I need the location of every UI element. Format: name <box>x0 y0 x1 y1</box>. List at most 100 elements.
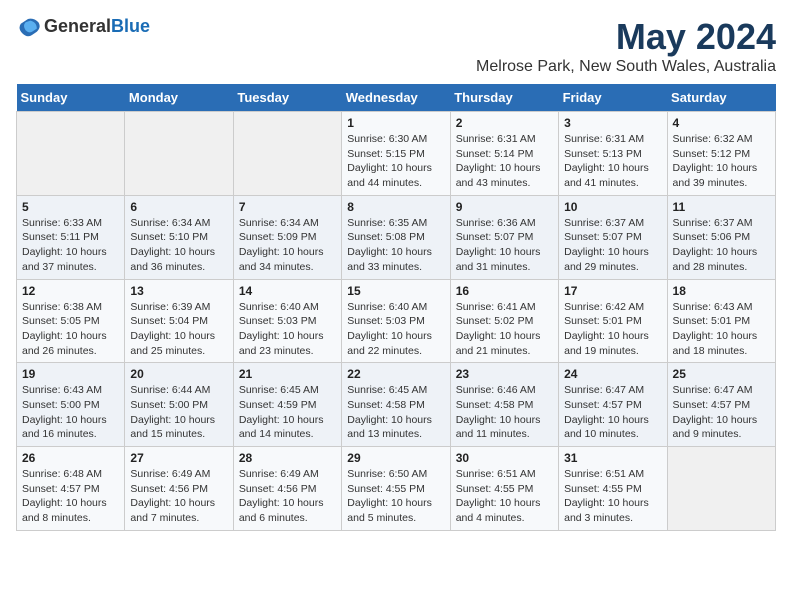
day-detail: Sunrise: 6:47 AMSunset: 4:57 PMDaylight:… <box>564 383 661 442</box>
calendar-week-row: 19 Sunrise: 6:43 AMSunset: 5:00 PMDayligh… <box>17 363 776 447</box>
day-detail: Sunrise: 6:39 AMSunset: 5:04 PMDaylight:… <box>130 300 227 359</box>
day-detail: Sunrise: 6:49 AMSunset: 4:56 PMDaylight:… <box>239 467 336 526</box>
day-detail: Sunrise: 6:31 AMSunset: 5:14 PMDaylight:… <box>456 132 553 191</box>
calendar-cell: 28 Sunrise: 6:49 AMSunset: 4:56 PMDayligh… <box>233 447 341 531</box>
calendar-cell: 4 Sunrise: 6:32 AMSunset: 5:12 PMDaylight… <box>667 112 775 196</box>
day-detail: Sunrise: 6:45 AMSunset: 4:59 PMDaylight:… <box>239 383 336 442</box>
day-detail: Sunrise: 6:40 AMSunset: 5:03 PMDaylight:… <box>239 300 336 359</box>
title-area: May 2024 Melrose Park, New South Wales, … <box>476 16 776 76</box>
day-number: 8 <box>347 200 444 214</box>
day-detail: Sunrise: 6:41 AMSunset: 5:02 PMDaylight:… <box>456 300 553 359</box>
day-number: 17 <box>564 284 661 298</box>
calendar-cell: 23 Sunrise: 6:46 AMSunset: 4:58 PMDayligh… <box>450 363 558 447</box>
calendar-cell: 19 Sunrise: 6:43 AMSunset: 5:00 PMDayligh… <box>17 363 125 447</box>
day-number: 1 <box>347 116 444 130</box>
day-detail: Sunrise: 6:30 AMSunset: 5:15 PMDaylight:… <box>347 132 444 191</box>
day-detail: Sunrise: 6:34 AMSunset: 5:09 PMDaylight:… <box>239 216 336 275</box>
calendar-cell: 30Sunrise: 6:51 AMSunset: 4:55 PMDayligh… <box>450 447 558 531</box>
calendar-cell: 11 Sunrise: 6:37 AMSunset: 5:06 PMDayligh… <box>667 195 775 279</box>
calendar-cell: 3 Sunrise: 6:31 AMSunset: 5:13 PMDaylight… <box>559 112 667 196</box>
day-number: 26 <box>22 451 119 465</box>
day-number: 7 <box>239 200 336 214</box>
day-header-tuesday: Tuesday <box>233 84 341 112</box>
calendar-cell: 9Sunrise: 6:36 AMSunset: 5:07 PMDaylight… <box>450 195 558 279</box>
day-detail: Sunrise: 6:37 AMSunset: 5:06 PMDaylight:… <box>673 216 770 275</box>
day-number: 28 <box>239 451 336 465</box>
day-detail: Sunrise: 6:46 AMSunset: 4:58 PMDaylight:… <box>456 383 553 442</box>
calendar-cell: 5Sunrise: 6:33 AMSunset: 5:11 PMDaylight… <box>17 195 125 279</box>
calendar-cell: 24 Sunrise: 6:47 AMSunset: 4:57 PMDayligh… <box>559 363 667 447</box>
calendar-cell: 15 Sunrise: 6:40 AMSunset: 5:03 PMDayligh… <box>342 279 450 363</box>
day-number: 25 <box>673 367 770 381</box>
calendar-week-row: 1 Sunrise: 6:30 AMSunset: 5:15 PMDaylight… <box>17 112 776 196</box>
logo-blue: Blue <box>111 16 150 36</box>
day-number: 23 <box>456 367 553 381</box>
subtitle: Melrose Park, New South Wales, Australia <box>476 58 776 76</box>
day-number: 6 <box>130 200 227 214</box>
day-number: 19 <box>22 367 119 381</box>
day-detail: Sunrise: 6:31 AMSunset: 5:13 PMDaylight:… <box>564 132 661 191</box>
day-header-monday: Monday <box>125 84 233 112</box>
logo: GeneralBlue <box>16 16 150 37</box>
calendar-cell: 2 Sunrise: 6:31 AMSunset: 5:14 PMDaylight… <box>450 112 558 196</box>
day-number: 3 <box>564 116 661 130</box>
calendar-week-row: 26 Sunrise: 6:48 AMSunset: 4:57 PMDayligh… <box>17 447 776 531</box>
day-detail: Sunrise: 6:35 AMSunset: 5:08 PMDaylight:… <box>347 216 444 275</box>
calendar-cell: 6 Sunrise: 6:34 AMSunset: 5:10 PMDaylight… <box>125 195 233 279</box>
day-detail: Sunrise: 6:47 AMSunset: 4:57 PMDaylight:… <box>673 383 770 442</box>
day-number: 29 <box>347 451 444 465</box>
day-number: 15 <box>347 284 444 298</box>
calendar-cell: 27Sunrise: 6:49 AMSunset: 4:56 PMDayligh… <box>125 447 233 531</box>
day-detail: Sunrise: 6:51 AMSunset: 4:55 PMDaylight:… <box>564 467 661 526</box>
day-detail: Sunrise: 6:51 AMSunset: 4:55 PMDaylight:… <box>456 467 553 526</box>
calendar-table: SundayMondayTuesdayWednesdayThursdayFrid… <box>16 84 776 531</box>
day-number: 24 <box>564 367 661 381</box>
day-number: 31 <box>564 451 661 465</box>
calendar-header-row: SundayMondayTuesdayWednesdayThursdayFrid… <box>17 84 776 112</box>
day-number: 12 <box>22 284 119 298</box>
header: GeneralBlue May 2024 Melrose Park, New S… <box>16 16 776 76</box>
day-detail: Sunrise: 6:32 AMSunset: 5:12 PMDaylight:… <box>673 132 770 191</box>
calendar-week-row: 5Sunrise: 6:33 AMSunset: 5:11 PMDaylight… <box>17 195 776 279</box>
day-number: 22 <box>347 367 444 381</box>
day-detail: Sunrise: 6:34 AMSunset: 5:10 PMDaylight:… <box>130 216 227 275</box>
day-header-saturday: Saturday <box>667 84 775 112</box>
calendar-cell: 12 Sunrise: 6:38 AMSunset: 5:05 PMDayligh… <box>17 279 125 363</box>
day-detail: Sunrise: 6:40 AMSunset: 5:03 PMDaylight:… <box>347 300 444 359</box>
day-detail: Sunrise: 6:50 AMSunset: 4:55 PMDaylight:… <box>347 467 444 526</box>
day-number: 4 <box>673 116 770 130</box>
day-detail: Sunrise: 6:38 AMSunset: 5:05 PMDaylight:… <box>22 300 119 359</box>
day-number: 5 <box>22 200 119 214</box>
calendar-cell: 7 Sunrise: 6:34 AMSunset: 5:09 PMDaylight… <box>233 195 341 279</box>
day-number: 10 <box>564 200 661 214</box>
main-title: May 2024 <box>476 16 776 58</box>
day-detail: Sunrise: 6:49 AMSunset: 4:56 PMDaylight:… <box>130 467 227 526</box>
calendar-cell: 18Sunrise: 6:43 AMSunset: 5:01 PMDayligh… <box>667 279 775 363</box>
day-number: 9 <box>456 200 553 214</box>
calendar-cell: 26 Sunrise: 6:48 AMSunset: 4:57 PMDayligh… <box>17 447 125 531</box>
day-detail: Sunrise: 6:44 AMSunset: 5:00 PMDaylight:… <box>130 383 227 442</box>
day-detail: Sunrise: 6:42 AMSunset: 5:01 PMDaylight:… <box>564 300 661 359</box>
calendar-cell: 22Sunrise: 6:45 AMSunset: 4:58 PMDayligh… <box>342 363 450 447</box>
calendar-cell <box>233 112 341 196</box>
day-number: 11 <box>673 200 770 214</box>
day-detail: Sunrise: 6:48 AMSunset: 4:57 PMDaylight:… <box>22 467 119 526</box>
calendar-cell: 14Sunrise: 6:40 AMSunset: 5:03 PMDayligh… <box>233 279 341 363</box>
calendar-cell: 29 Sunrise: 6:50 AMSunset: 4:55 PMDayligh… <box>342 447 450 531</box>
day-header-friday: Friday <box>559 84 667 112</box>
calendar-cell: 17 Sunrise: 6:42 AMSunset: 5:01 PMDayligh… <box>559 279 667 363</box>
calendar-cell: 8 Sunrise: 6:35 AMSunset: 5:08 PMDaylight… <box>342 195 450 279</box>
day-number: 16 <box>456 284 553 298</box>
day-detail: Sunrise: 6:43 AMSunset: 5:01 PMDaylight:… <box>673 300 770 359</box>
calendar-body: 1 Sunrise: 6:30 AMSunset: 5:15 PMDaylight… <box>17 112 776 531</box>
day-number: 2 <box>456 116 553 130</box>
calendar-cell: 13 Sunrise: 6:39 AMSunset: 5:04 PMDayligh… <box>125 279 233 363</box>
logo-text: GeneralBlue <box>44 16 150 37</box>
calendar-cell <box>667 447 775 531</box>
calendar-cell: 1 Sunrise: 6:30 AMSunset: 5:15 PMDaylight… <box>342 112 450 196</box>
day-header-sunday: Sunday <box>17 84 125 112</box>
calendar-cell <box>17 112 125 196</box>
calendar-cell: 20Sunrise: 6:44 AMSunset: 5:00 PMDayligh… <box>125 363 233 447</box>
day-detail: Sunrise: 6:43 AMSunset: 5:00 PMDaylight:… <box>22 383 119 442</box>
day-number: 13 <box>130 284 227 298</box>
